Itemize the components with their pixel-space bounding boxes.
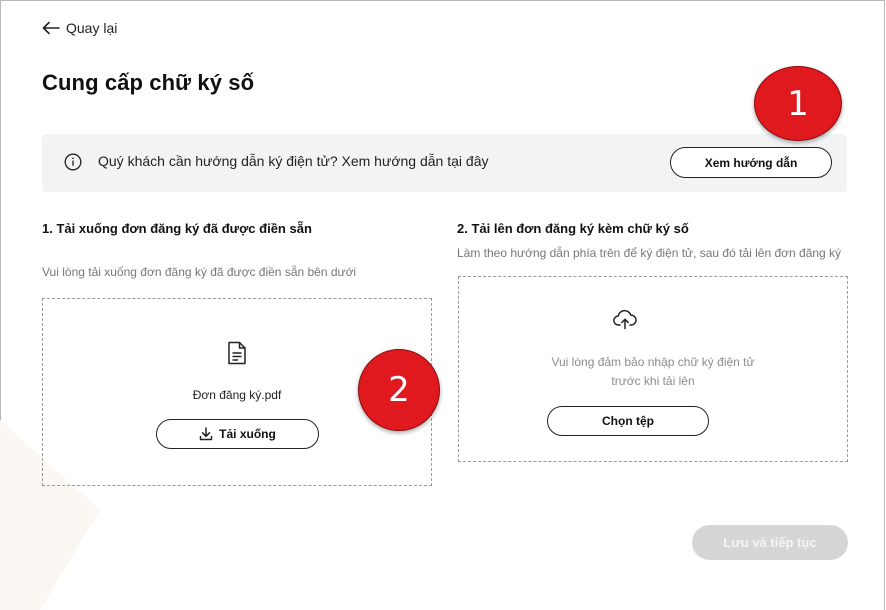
view-guide-button[interactable]: Xem hướng dẫn [670,147,832,178]
download-button[interactable]: Tải xuống [156,419,319,449]
back-link[interactable]: Quay lại [42,20,117,36]
document-icon [228,341,246,365]
arrow-left-icon [42,21,60,35]
upload-note-line2: trước khi tải lên [611,374,695,388]
download-button-label: Tải xuống [219,427,276,441]
cloud-upload-icon [613,309,637,330]
back-link-label: Quay lại [66,20,118,36]
info-icon [64,153,82,171]
annotation-marker-2: 2 [358,349,440,431]
upload-section-subtitle: Làm theo hướng dẫn phía trên để ký điện … [457,246,842,260]
help-banner: Quý khách cần hướng dẫn ký điện tử? Xem … [42,134,847,192]
annotation-marker-1: 1 [754,66,842,141]
upload-note-line1: Vui lòng đảm bảo nhập chữ ký điện tử [551,355,755,369]
upload-note: Vui lòng đảm bảo nhập chữ ký điện tử trư… [459,353,847,391]
download-section-subtitle: Vui lòng tải xuống đơn đăng ký đã được đ… [42,265,357,279]
upload-section-title: 2. Tải lên đơn đăng ký kèm chữ ký số [457,221,689,236]
download-section-title: 1. Tải xuống đơn đăng ký đã được điền sẵ… [42,221,312,236]
choose-file-button[interactable]: Chọn tệp [547,406,709,436]
page-title: Cung cấp chữ ký số [42,70,255,95]
download-icon [199,427,213,441]
save-continue-button[interactable]: Lưu và tiếp tục [692,525,848,560]
upload-dropzone[interactable]: Vui lòng đảm bảo nhập chữ ký điện tử trư… [458,276,848,462]
help-banner-text: Quý khách cần hướng dẫn ký điện tử? Xem … [98,153,489,169]
